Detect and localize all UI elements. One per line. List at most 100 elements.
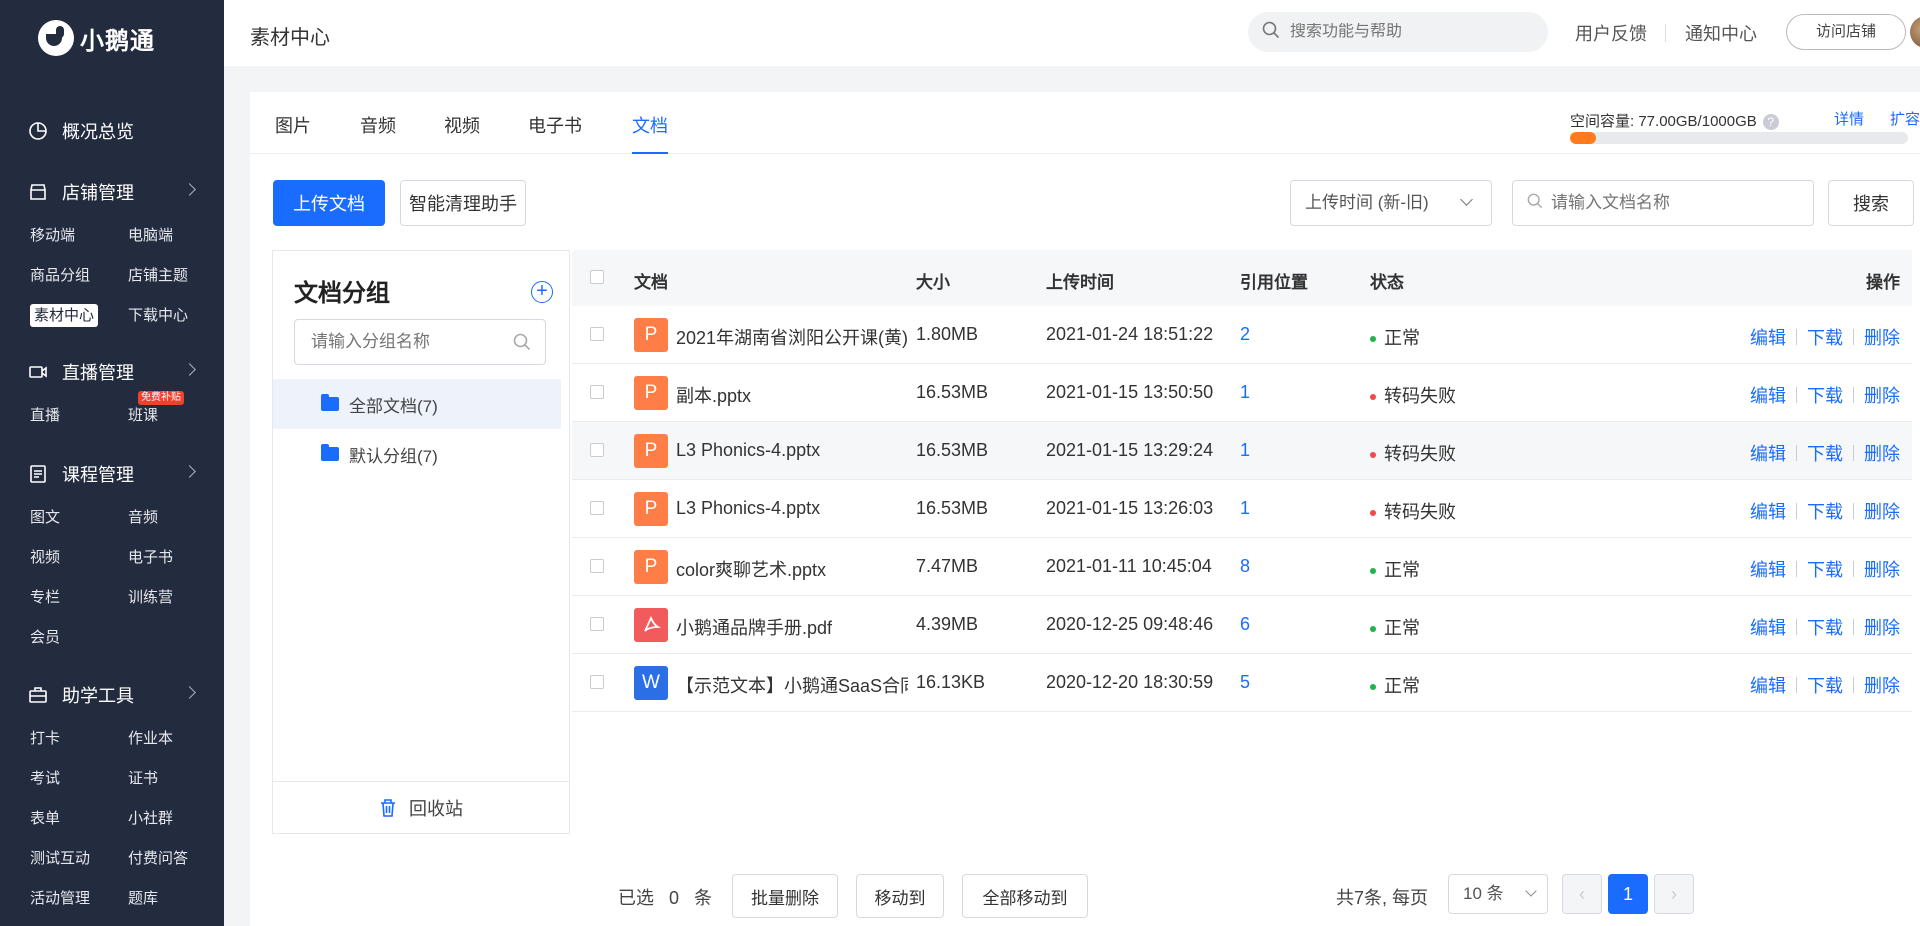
delete-button[interactable]: 删除 xyxy=(1864,498,1900,524)
row-checkbox[interactable] xyxy=(590,675,604,689)
sidebar-item-form[interactable]: 表单 xyxy=(30,799,128,839)
download-button[interactable]: 下载 xyxy=(1807,614,1843,640)
file-name[interactable]: 2021年湖南省浏阳公开课(黄).pptx xyxy=(676,324,908,350)
sidebar-item-download-center[interactable]: 下载中心 xyxy=(128,296,226,336)
file-name[interactable]: L3 Phonics-4.pptx xyxy=(676,440,908,461)
group-search[interactable] xyxy=(294,319,546,365)
edit-button[interactable]: 编辑 xyxy=(1750,440,1786,466)
delete-button[interactable]: 删除 xyxy=(1864,382,1900,408)
tab-video[interactable]: 视频 xyxy=(444,112,480,154)
nav-head-live[interactable]: 直播管理 xyxy=(0,352,224,392)
delete-button[interactable]: 删除 xyxy=(1864,324,1900,350)
table-row[interactable]: P 2021年湖南省浏阳公开课(黄).pptx 1.80MB 2021-01-24 1… xyxy=(572,306,1912,364)
download-button[interactable]: 下载 xyxy=(1807,556,1843,582)
delete-button[interactable]: 删除 xyxy=(1864,614,1900,640)
reference-count-link[interactable]: 6 xyxy=(1240,614,1250,635)
page-size-select[interactable]: 10 条 xyxy=(1448,874,1548,914)
batch-delete-button[interactable]: 批量删除 xyxy=(732,874,838,918)
group-search-input[interactable] xyxy=(311,332,501,352)
select-all-checkbox[interactable] xyxy=(590,270,604,284)
edit-button[interactable]: 编辑 xyxy=(1750,556,1786,582)
capacity-detail-link[interactable]: 详情 xyxy=(1834,108,1864,129)
sidebar-item-video[interactable]: 视频 xyxy=(30,538,128,578)
move-to-button[interactable]: 移动到 xyxy=(856,874,944,918)
reference-count-link[interactable]: 1 xyxy=(1240,382,1250,403)
row-checkbox[interactable] xyxy=(590,559,604,573)
download-button[interactable]: 下载 xyxy=(1807,324,1843,350)
sidebar-item-homework[interactable]: 作业本 xyxy=(128,719,226,759)
row-checkbox[interactable] xyxy=(590,385,604,399)
smart-clean-button[interactable]: 智能清理助手 xyxy=(400,180,526,226)
row-checkbox[interactable] xyxy=(590,327,604,341)
file-name[interactable]: color爽聊艺术.pptx xyxy=(676,556,908,582)
download-button[interactable]: 下载 xyxy=(1807,672,1843,698)
help-icon[interactable]: ? xyxy=(1762,114,1779,131)
visit-store-button[interactable]: 访问店铺 xyxy=(1786,14,1906,50)
sidebar-item-member[interactable]: 会员 xyxy=(30,618,128,658)
prev-page-button[interactable]: ‹ xyxy=(1562,874,1602,914)
sidebar-item-class[interactable]: 班课 免费补贴 xyxy=(128,391,226,436)
notification-center-link[interactable]: 通知中心 xyxy=(1685,20,1757,46)
sidebar-item-store-theme[interactable]: 店铺主题 xyxy=(128,256,226,296)
nav-overview-head[interactable]: 概况总览 xyxy=(0,111,224,151)
download-button[interactable]: 下载 xyxy=(1807,440,1843,466)
reference-count-link[interactable]: 8 xyxy=(1240,556,1250,577)
table-row[interactable]: Pcolor爽聊艺术.pptx 7.47MB 2021-01-11 10:45:04… xyxy=(572,538,1912,596)
table-row[interactable]: P L3 Phonics-4.pptx 16.53MB 2021-01-15 13:2… xyxy=(572,422,1912,480)
document-search[interactable] xyxy=(1512,180,1814,226)
sidebar-item-question-bank[interactable]: 题库 xyxy=(128,879,226,919)
delete-button[interactable]: 删除 xyxy=(1864,440,1900,466)
file-name[interactable]: 【示范文本】小鹅通SaaS合同补充协议 xyxy=(676,672,908,698)
sidebar-item-quiz[interactable]: 测试互动 xyxy=(30,839,128,879)
sidebar-item-exam[interactable]: 考试 xyxy=(30,759,128,799)
table-row[interactable]: P L3 Phonics-4.pptx 16.53MB 2021-01-15 13:2… xyxy=(572,480,1912,538)
upload-document-button[interactable]: 上传文档 xyxy=(273,180,385,226)
avatar[interactable] xyxy=(1910,16,1920,48)
reference-count-link[interactable]: 5 xyxy=(1240,672,1250,693)
nav-overview[interactable]: 概况总览 xyxy=(0,111,224,151)
sidebar-item-article[interactable]: 图文 xyxy=(30,498,128,538)
download-button[interactable]: 下载 xyxy=(1807,498,1843,524)
edit-button[interactable]: 编辑 xyxy=(1750,324,1786,350)
sidebar-item-ebook[interactable]: 电子书 xyxy=(128,538,226,578)
move-all-button[interactable]: 全部移动到 xyxy=(962,874,1088,918)
row-checkbox[interactable] xyxy=(590,443,604,457)
file-name[interactable]: 小鹅通品牌手册.pdf xyxy=(676,614,908,640)
table-row[interactable]: P 副本.pptx 16.53MB 2021-01-15 13:50:50 1 转码失败 编… xyxy=(572,364,1912,422)
nav-head-course[interactable]: 课程管理 xyxy=(0,454,224,494)
delete-button[interactable]: 删除 xyxy=(1864,672,1900,698)
sidebar-item-paid-qa[interactable]: 付费问答 xyxy=(128,839,226,879)
reference-count-link[interactable]: 1 xyxy=(1240,498,1250,519)
row-checkbox[interactable] xyxy=(590,501,604,515)
tab-ebook[interactable]: 电子书 xyxy=(528,112,582,154)
sort-select[interactable]: 上传时间 (新-旧) xyxy=(1290,180,1492,226)
sidebar-item-pc[interactable]: 电脑端 xyxy=(128,216,226,256)
edit-button[interactable]: 编辑 xyxy=(1750,614,1786,640)
group-item-all[interactable]: 全部文档(7) xyxy=(273,379,561,429)
search-button[interactable]: 搜索 xyxy=(1828,180,1914,226)
nav-head-tools[interactable]: 助学工具 xyxy=(0,675,224,715)
file-name[interactable]: 副本.pptx xyxy=(676,382,908,408)
row-checkbox[interactable] xyxy=(590,617,604,631)
global-search-input[interactable] xyxy=(1290,23,1530,41)
sidebar-item-certificate[interactable]: 证书 xyxy=(128,759,226,799)
download-button[interactable]: 下载 xyxy=(1807,382,1843,408)
sidebar-item-audio[interactable]: 音频 xyxy=(128,498,226,538)
sidebar-item-mobile[interactable]: 移动端 xyxy=(30,216,128,256)
table-row[interactable]: W 【示范文本】小鹅通SaaS合同补充协议 16.13KB 2020-12-20 18… xyxy=(572,654,1912,712)
tab-audio[interactable]: 音频 xyxy=(360,112,396,154)
reference-count-link[interactable]: 1 xyxy=(1240,440,1250,461)
table-row[interactable]: 小鹅通品牌手册.pdf 4.39MB 2020-12-25 09:48:46 6 正常 编… xyxy=(572,596,1912,654)
sidebar-item-activity[interactable]: 活动管理 xyxy=(30,879,128,919)
edit-button[interactable]: 编辑 xyxy=(1750,498,1786,524)
global-search[interactable] xyxy=(1248,12,1548,52)
delete-button[interactable]: 删除 xyxy=(1864,556,1900,582)
tab-documents[interactable]: 文档 xyxy=(632,112,668,154)
capacity-expand-link[interactable]: 扩容 xyxy=(1890,108,1920,129)
sidebar-item-checkin[interactable]: 打卡 xyxy=(30,719,128,759)
add-group-icon[interactable]: + xyxy=(531,281,553,303)
sidebar-item-camp[interactable]: 训练营 xyxy=(128,578,226,618)
document-search-input[interactable] xyxy=(1551,193,1801,213)
file-name[interactable]: L3 Phonics-4.pptx xyxy=(676,498,908,519)
recycle-bin-button[interactable]: 回收站 xyxy=(273,781,569,833)
